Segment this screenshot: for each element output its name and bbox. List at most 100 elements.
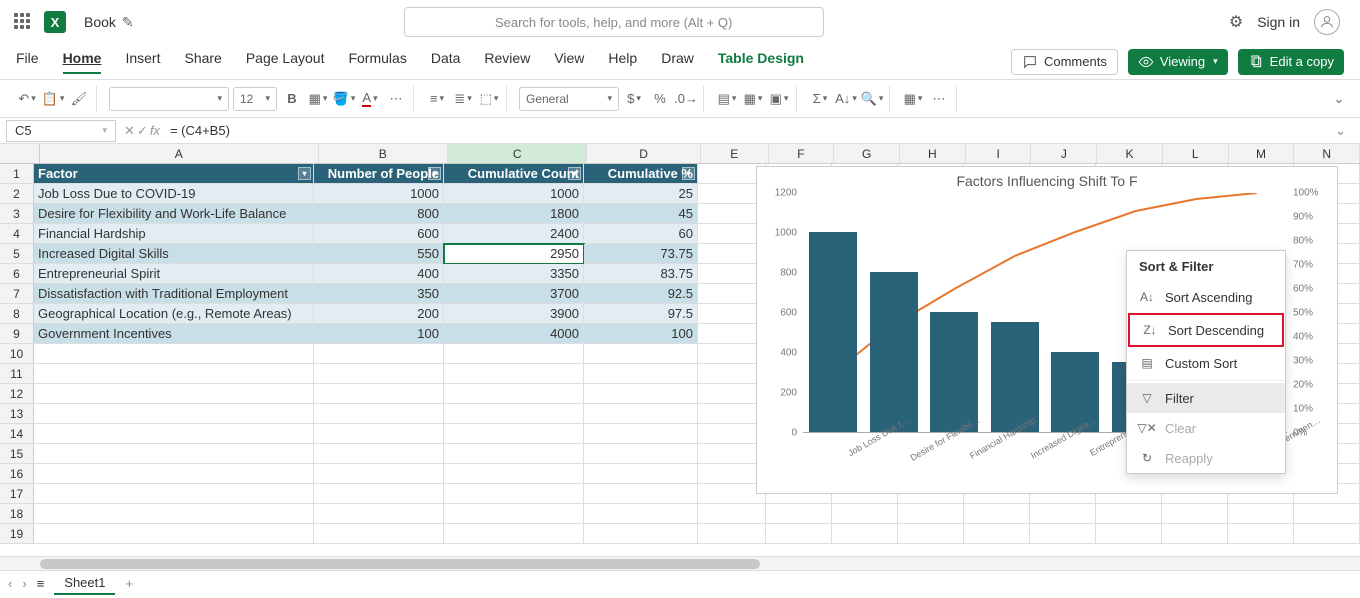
align-left-button[interactable]: ≡▾: [426, 88, 448, 110]
col-header-B[interactable]: B: [319, 144, 448, 163]
col-header-M[interactable]: M: [1229, 144, 1295, 163]
tab-review[interactable]: Review: [484, 50, 530, 74]
font-color-button[interactable]: A▾: [359, 88, 381, 110]
filter-item[interactable]: ▽ Filter: [1127, 383, 1285, 413]
tab-file[interactable]: File: [16, 50, 39, 74]
confirm-formula-icon[interactable]: ✓: [137, 123, 148, 139]
formula-input[interactable]: = (C4+B5): [170, 123, 1335, 138]
cell-B8[interactable]: 200: [314, 304, 444, 324]
ribbon-expand-button[interactable]: ⌄: [1328, 88, 1350, 110]
col-header-F[interactable]: F: [769, 144, 835, 163]
cell-C6[interactable]: 3350: [444, 264, 584, 284]
cell-B9[interactable]: 100: [314, 324, 444, 344]
cell-A15[interactable]: [34, 444, 314, 464]
cell-L19[interactable]: [1162, 524, 1228, 544]
cell-B15[interactable]: [314, 444, 444, 464]
col-header-C[interactable]: C: [448, 144, 587, 163]
cell-B16[interactable]: [314, 464, 444, 484]
row-header-10[interactable]: 10: [0, 344, 34, 364]
tab-table-design[interactable]: Table Design: [718, 50, 804, 74]
cell-C3[interactable]: 1800: [444, 204, 584, 224]
cell-E18[interactable]: [698, 504, 766, 524]
row-header-16[interactable]: 16: [0, 464, 34, 484]
settings-icon[interactable]: ⚙: [1229, 12, 1243, 32]
cell-A8[interactable]: Geographical Location (e.g., Remote Area…: [34, 304, 314, 324]
cell-B4[interactable]: 600: [314, 224, 444, 244]
row-header-12[interactable]: 12: [0, 384, 34, 404]
cell-B5[interactable]: 550: [314, 244, 444, 264]
format-table-button[interactable]: ▦▾: [742, 88, 764, 110]
cell-A1[interactable]: Factor▾: [34, 164, 314, 184]
cell-F19[interactable]: [766, 524, 832, 544]
cell-G19[interactable]: [832, 524, 898, 544]
filter-drop-icon[interactable]: ▾: [682, 167, 695, 180]
rename-icon[interactable]: ✎: [122, 14, 134, 31]
cell-K19[interactable]: [1096, 524, 1162, 544]
cell-M19[interactable]: [1228, 524, 1294, 544]
borders-button[interactable]: ▦▾: [307, 88, 329, 110]
cell-C9[interactable]: 4000: [444, 324, 584, 344]
cell-B6[interactable]: 400: [314, 264, 444, 284]
app-launcher-icon[interactable]: [14, 13, 32, 31]
decrease-decimal-button[interactable]: .0→: [675, 88, 697, 110]
cell-C15[interactable]: [444, 444, 584, 464]
cell-A10[interactable]: [34, 344, 314, 364]
add-sheet-button[interactable]: +: [125, 576, 133, 591]
horizontal-scrollbar[interactable]: [0, 556, 1360, 570]
cell-C14[interactable]: [444, 424, 584, 444]
col-header-D[interactable]: D: [587, 144, 701, 163]
workbook-name[interactable]: Book: [84, 14, 116, 30]
cell-C1[interactable]: Cumulative Count▾: [444, 164, 584, 184]
row-header-18[interactable]: 18: [0, 504, 34, 524]
tab-draw[interactable]: Draw: [661, 50, 694, 74]
cell-D17[interactable]: [584, 484, 698, 504]
cell-K18[interactable]: [1096, 504, 1162, 524]
col-header-E[interactable]: E: [701, 144, 769, 163]
row-header-3[interactable]: 3: [0, 204, 34, 224]
sheet-tab[interactable]: Sheet1: [54, 572, 115, 595]
tab-view[interactable]: View: [554, 50, 584, 74]
row-header-8[interactable]: 8: [0, 304, 34, 324]
cell-D2[interactable]: 25: [584, 184, 698, 204]
more-font-button[interactable]: ⋯: [385, 88, 407, 110]
sheet-prev-button[interactable]: ‹: [8, 576, 12, 591]
filter-drop-icon[interactable]: ▾: [568, 167, 581, 180]
cell-A2[interactable]: Job Loss Due to COVID-19: [34, 184, 314, 204]
cell-B11[interactable]: [314, 364, 444, 384]
row-header-15[interactable]: 15: [0, 444, 34, 464]
cell-C11[interactable]: [444, 364, 584, 384]
filter-drop-icon[interactable]: ▾: [428, 167, 441, 180]
search-input[interactable]: Search for tools, help, and more (Alt + …: [404, 7, 824, 37]
autosum-button[interactable]: Σ▾: [809, 88, 831, 110]
cell-D3[interactable]: 45: [584, 204, 698, 224]
tab-share[interactable]: Share: [184, 50, 221, 74]
cell-D19[interactable]: [584, 524, 698, 544]
tab-insert[interactable]: Insert: [125, 50, 160, 74]
formula-expand-button[interactable]: ⌄: [1335, 123, 1354, 139]
cell-E19[interactable]: [698, 524, 766, 544]
cell-A18[interactable]: [34, 504, 314, 524]
row-header-13[interactable]: 13: [0, 404, 34, 424]
all-sheets-icon[interactable]: ≡: [37, 576, 45, 591]
comments-button[interactable]: Comments: [1011, 49, 1118, 75]
cell-D5[interactable]: 73.75: [584, 244, 698, 264]
cancel-formula-icon[interactable]: ✕: [124, 123, 135, 139]
cell-A6[interactable]: Entrepreneurial Spirit: [34, 264, 314, 284]
cell-B12[interactable]: [314, 384, 444, 404]
fx-icon[interactable]: fx: [150, 123, 160, 138]
row-header-4[interactable]: 4: [0, 224, 34, 244]
find-button[interactable]: 🔍▾: [861, 88, 883, 110]
cell-A14[interactable]: [34, 424, 314, 444]
cell-D15[interactable]: [584, 444, 698, 464]
cell-B10[interactable]: [314, 344, 444, 364]
font-family-select[interactable]: ▾: [109, 87, 229, 111]
paste-button[interactable]: 📋▾: [42, 88, 64, 110]
undo-button[interactable]: ↶▾: [16, 88, 38, 110]
cell-A13[interactable]: [34, 404, 314, 424]
tab-formulas[interactable]: Formulas: [348, 50, 406, 74]
cell-B3[interactable]: 800: [314, 204, 444, 224]
cell-D6[interactable]: 83.75: [584, 264, 698, 284]
percent-button[interactable]: %: [649, 88, 671, 110]
cell-I19[interactable]: [964, 524, 1030, 544]
cell-C10[interactable]: [444, 344, 584, 364]
